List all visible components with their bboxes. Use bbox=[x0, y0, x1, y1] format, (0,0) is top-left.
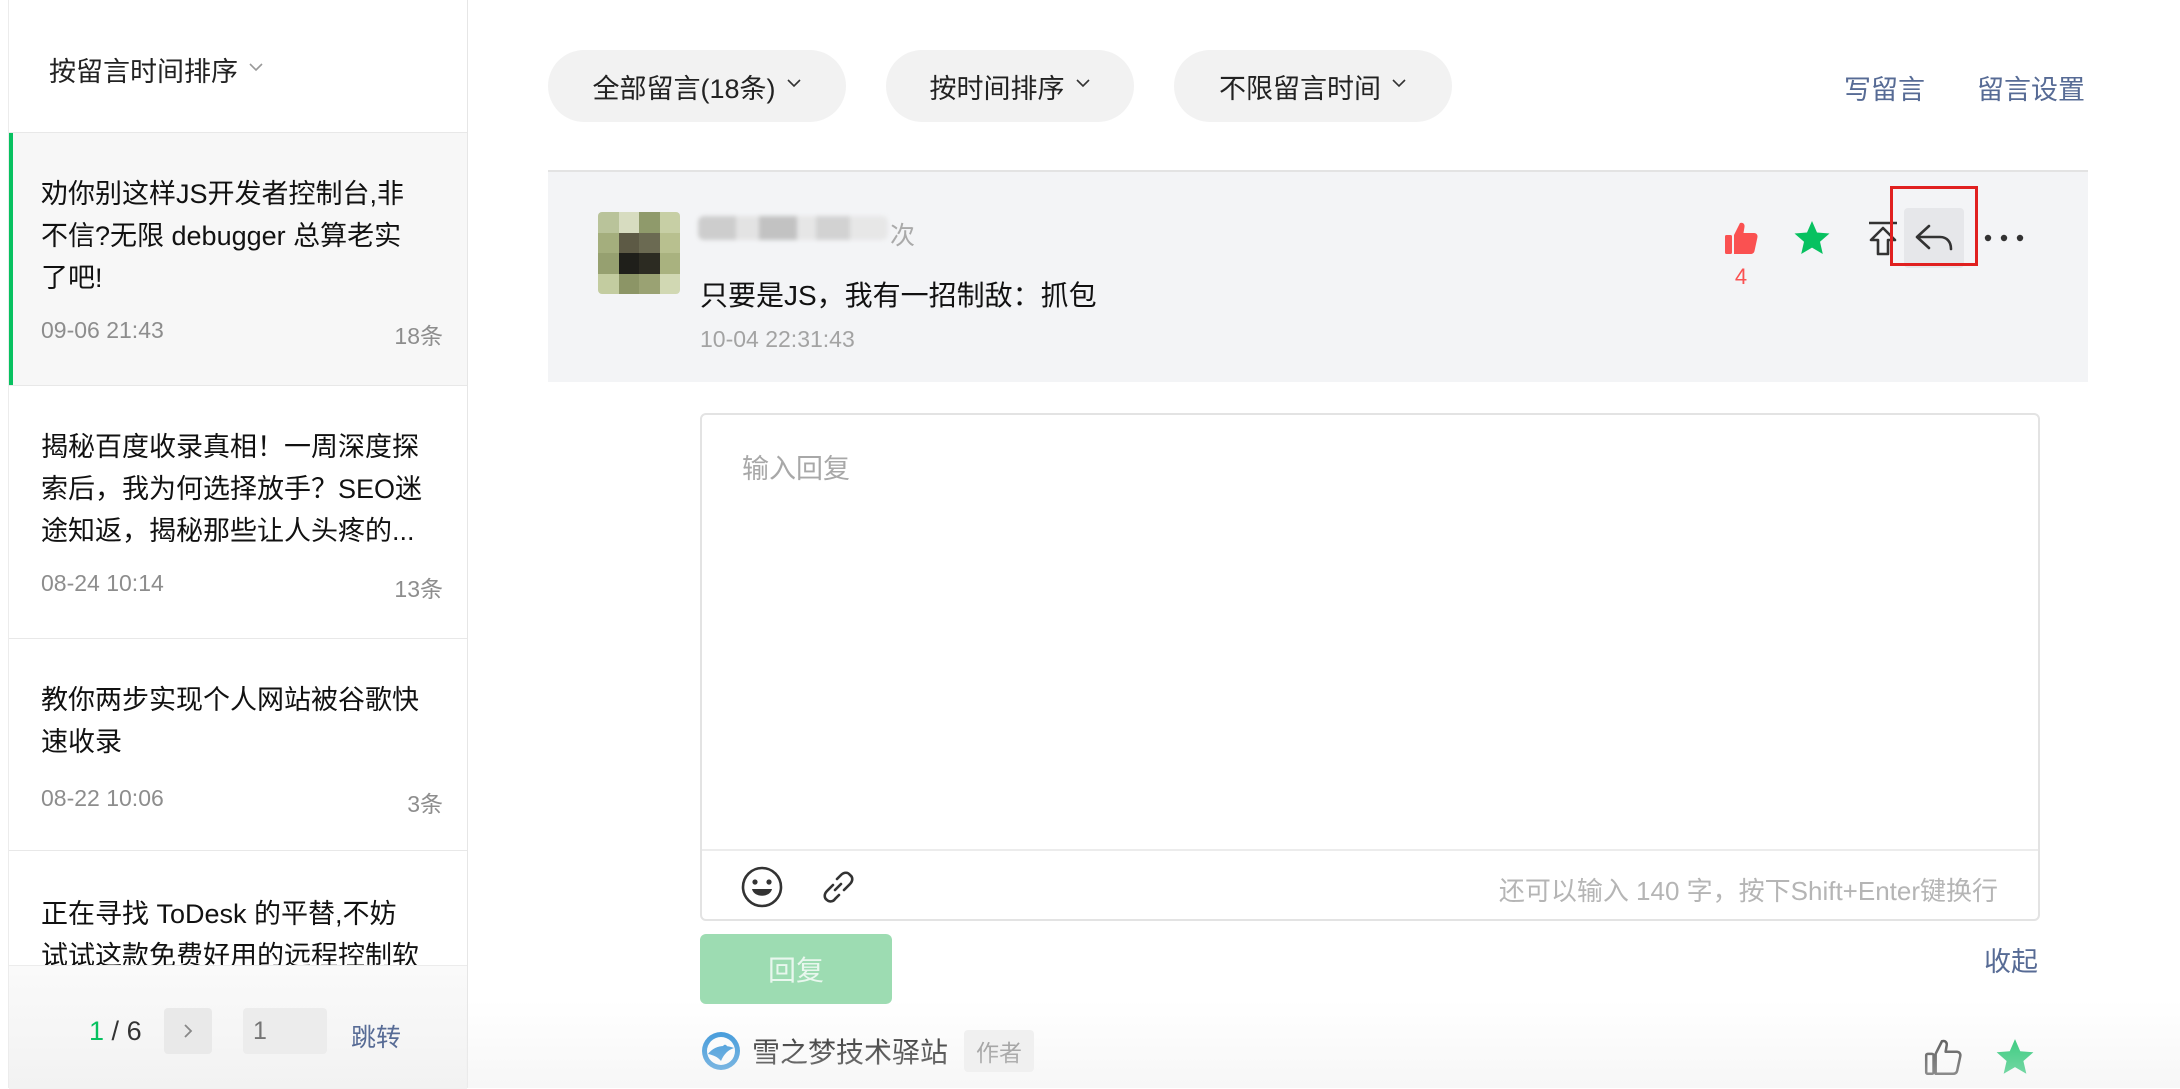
article-title-line: 揭秘百度收录真相！一周深度探 bbox=[41, 432, 419, 462]
sort-by-time-filter[interactable]: 按时间排序 bbox=[886, 50, 1134, 122]
article-item[interactable]: 劝你别这样JS开发者控制台,非 不信?无限 debugger 总算老实 了吧! … bbox=[9, 132, 467, 385]
current-page: 1 bbox=[89, 1016, 105, 1046]
author-logo-icon[interactable] bbox=[700, 1030, 742, 1072]
article-title-line: 正在寻找 ToDesk 的平替,不妨 bbox=[41, 899, 397, 929]
emoji-icon[interactable] bbox=[740, 865, 784, 909]
nickname-blurred bbox=[698, 216, 888, 240]
article-comment-count: 3条 bbox=[407, 791, 443, 817]
article-title: 正在寻找 ToDesk 的平替,不妨 试试这款免费好用的远程控制软 bbox=[41, 893, 441, 965]
reply-editor: 还可以输入 140 字，按下Shift+Enter键换行 bbox=[700, 413, 2040, 921]
article-title-line: 劝你别这样JS开发者控制台,非 bbox=[41, 179, 405, 209]
article-title-line: 速收录 bbox=[41, 727, 122, 757]
all-comments-filter[interactable]: 全部留言(18条) bbox=[548, 50, 846, 122]
article-title-line: 试试这款免费好用的远程控制软 bbox=[41, 941, 419, 965]
chevron-down-icon bbox=[1392, 79, 1406, 88]
star-icon bbox=[1794, 221, 1830, 254]
article-date: 08-22 10:06 bbox=[41, 785, 164, 811]
article-date: 09-06 21:43 bbox=[41, 317, 164, 343]
time-range-label: 不限留言时间 bbox=[1219, 73, 1381, 104]
reply-toolbar: 还可以输入 140 字，按下Shift+Enter键换行 bbox=[702, 849, 2038, 923]
article-title: 教你两步实现个人网站被谷歌快 速收录 bbox=[41, 679, 441, 763]
feature-button[interactable] bbox=[1782, 208, 1842, 268]
char-limit-hint: 还可以输入 140 字，按下Shift+Enter键换行 bbox=[1498, 876, 1998, 906]
active-indicator bbox=[9, 133, 13, 385]
article-title-line: 不信?无限 debugger 总算老实 bbox=[41, 221, 402, 251]
article-item[interactable]: 正在寻找 ToDesk 的平替,不妨 试试这款免费好用的远程控制软 bbox=[9, 850, 467, 965]
time-range-filter[interactable]: 不限留言时间 bbox=[1174, 50, 1452, 122]
article-title-line: 教你两步实现个人网站被谷歌快 bbox=[41, 685, 419, 715]
all-comments-label: 全部留言(18条) bbox=[592, 73, 776, 104]
reply-input[interactable] bbox=[702, 415, 2038, 845]
write-comment-link[interactable]: 写留言 bbox=[1844, 68, 1925, 107]
article-title-line: 途知返，揭秘那些让人头疼的... bbox=[41, 516, 415, 546]
article-title-line: 了吧! bbox=[41, 263, 103, 293]
article-title: 揭秘百度收录真相！一周深度探 索后，我为何选择放手？SEO迷 途知返，揭秘那些让… bbox=[41, 426, 441, 552]
chevron-down-icon bbox=[786, 79, 801, 88]
author-reply-header: 雪之梦技术驿站 作者 bbox=[700, 1024, 1035, 1078]
like-button[interactable] bbox=[1711, 208, 1771, 268]
nickname-suffix: 次 bbox=[890, 222, 916, 250]
article-list-panel: 按留言时间排序 劝你别这样JS开发者控制台,非 不信?无限 debugger 总… bbox=[8, 0, 468, 1089]
jump-button[interactable]: 跳转 bbox=[351, 1018, 401, 1054]
more-icon bbox=[1984, 234, 2024, 242]
sort-by-time-label: 按时间排序 bbox=[929, 73, 1065, 104]
thumbs-up-icon bbox=[1725, 222, 1758, 254]
avatar[interactable] bbox=[598, 212, 680, 294]
article-title: 劝你别这样JS开发者控制台,非 不信?无限 debugger 总算老实 了吧! bbox=[41, 173, 441, 299]
comment-time: 10-04 22:31:43 bbox=[700, 326, 855, 352]
article-date: 08-24 10:14 bbox=[41, 570, 164, 596]
collapse-link[interactable]: 收起 bbox=[1984, 940, 2038, 979]
chevron-down-icon bbox=[1075, 79, 1090, 88]
star-icon[interactable] bbox=[1994, 1036, 2036, 1078]
reply-highlight-box bbox=[1890, 186, 1978, 266]
thumbs-up-outline-icon[interactable] bbox=[1922, 1036, 1964, 1078]
comment-text: 只要是JS，我有一招制敌：抓包 bbox=[700, 280, 1097, 311]
comment-settings-link[interactable]: 留言设置 bbox=[1977, 68, 2085, 107]
next-page-button[interactable] bbox=[164, 1008, 212, 1054]
article-pager: 1 / 6 跳转 bbox=[9, 965, 467, 1089]
article-sort-dropdown[interactable]: 按留言时间排序 bbox=[49, 50, 264, 89]
page-number-input[interactable] bbox=[243, 1008, 327, 1054]
like-count: 4 bbox=[1734, 264, 1748, 289]
total-pages: 6 bbox=[126, 1016, 142, 1046]
article-comment-count: 18条 bbox=[394, 323, 443, 349]
author-name: 雪之梦技术驿站 bbox=[752, 1037, 949, 1068]
page-indicator: 1 / 6 bbox=[89, 1016, 142, 1047]
article-comment-count: 13条 bbox=[394, 576, 443, 602]
article-item[interactable]: 教你两步实现个人网站被谷歌快 速收录 08-22 10:06 3条 bbox=[9, 638, 467, 850]
chevron-right-icon bbox=[184, 1024, 193, 1038]
article-sort-label: 按留言时间排序 bbox=[49, 57, 238, 87]
reply-submit-button[interactable]: 回复 bbox=[700, 934, 892, 1004]
chevron-down-icon bbox=[249, 62, 263, 71]
article-item[interactable]: 揭秘百度收录真相！一周深度探 索后，我为何选择放手？SEO迷 途知返，揭秘那些让… bbox=[9, 385, 467, 638]
article-title-line: 索后，我为何选择放手？SEO迷 bbox=[41, 474, 423, 504]
more-options-button[interactable] bbox=[1974, 208, 2034, 268]
link-icon[interactable] bbox=[816, 865, 860, 909]
comment-card: 次 只要是JS，我有一招制敌：抓包 10-04 22:31:43 4 bbox=[548, 170, 2088, 382]
author-badge: 作者 bbox=[964, 1030, 1035, 1072]
page-separator: / bbox=[111, 1016, 120, 1046]
